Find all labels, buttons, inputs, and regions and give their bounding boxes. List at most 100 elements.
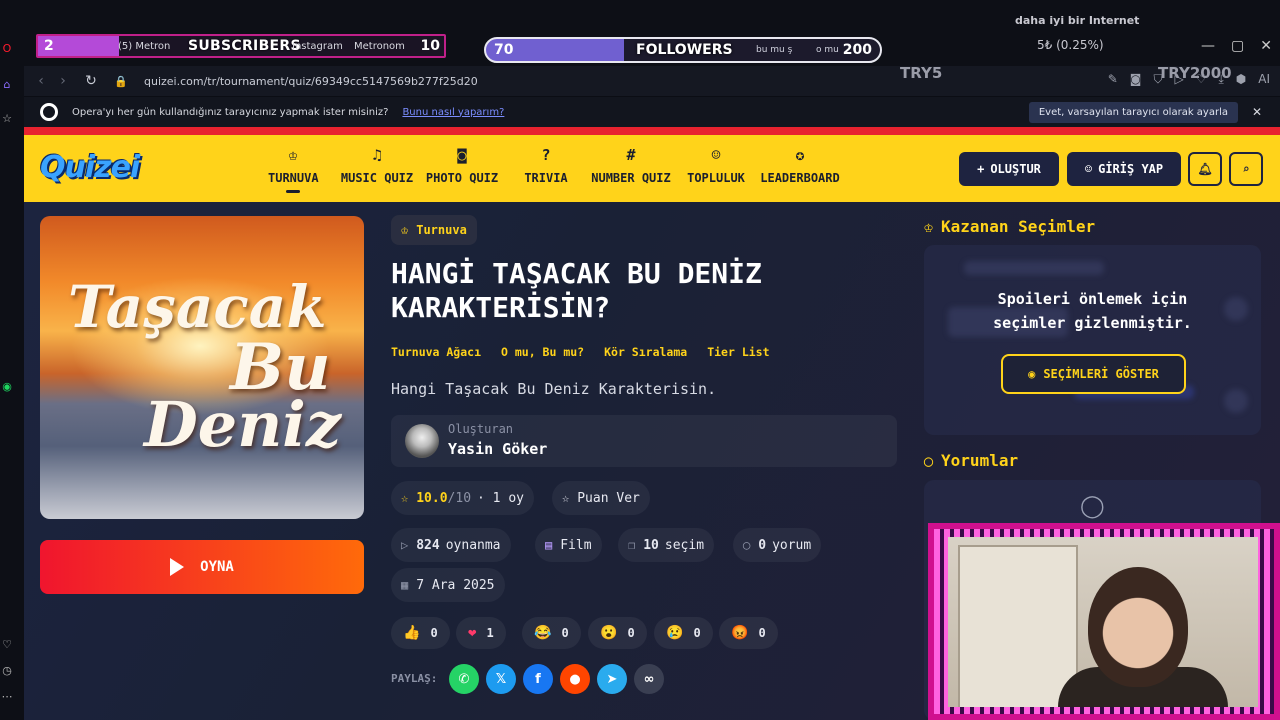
x-twitter-icon[interactable]: 𝕏 [486, 664, 516, 694]
reaction-wow[interactable]: 😮 0 [588, 617, 647, 649]
nav-trivia-label: TRIVIA [524, 171, 568, 185]
whatsapp-icon[interactable]: ✆ [449, 664, 479, 694]
link-icon[interactable]: ∞ [634, 664, 664, 694]
play-button[interactable]: OYNA [40, 540, 364, 594]
play-outline-icon: ▷ [401, 538, 409, 552]
laugh-icon: 😂 [534, 625, 552, 641]
reaction-laugh[interactable]: 😂 0 [522, 617, 581, 649]
tab-o-mu[interactable]: o mu [816, 45, 839, 55]
more-icon[interactable]: ⋯ [0, 690, 14, 704]
creator-card[interactable]: Oluşturan Yasin Göker [391, 415, 897, 467]
tag-o-mu-bu-mu[interactable]: O mu, Bu mu? [501, 345, 584, 359]
plays-stat: ▷ 824 oynanma [391, 528, 511, 562]
close-window-icon[interactable]: ✕ [1260, 38, 1272, 54]
spoiler-line1: Spoileri önlemek için [997, 290, 1188, 308]
active-underline [286, 190, 300, 193]
reddit-icon[interactable]: ● [560, 664, 590, 694]
star-outline-icon: ☆ [562, 491, 570, 505]
back-icon[interactable]: ‹ [30, 73, 52, 89]
heart-icon: ❤ [468, 625, 477, 641]
maximize-icon[interactable]: ▢ [1231, 38, 1244, 54]
plays-count: 824 [416, 537, 440, 553]
nav-photo-quiz[interactable]: ◙ PHOTO QUIZ [425, 145, 499, 185]
notice-help-link[interactable]: Bunu nasıl yaparım? [402, 107, 504, 118]
tab-metronom[interactable]: Metronom [354, 41, 405, 52]
edit-icon[interactable]: ✎ [1108, 72, 1118, 87]
reaction-sad[interactable]: 😢 0 [654, 617, 713, 649]
followers-count: 70 [494, 42, 514, 58]
trophy-icon: ♔ [401, 223, 409, 237]
reaction-love[interactable]: ❤ 1 [456, 617, 506, 649]
tab-instagram[interactable]: Instagram [292, 41, 343, 52]
quiz-mode-tags: Turnuva Ağacı O mu, Bu mu? Kör Sıralama … [391, 345, 770, 359]
ai-button[interactable]: AI [1258, 72, 1270, 87]
heart-icon[interactable]: ♡ [0, 638, 14, 652]
camera-icon[interactable]: ◙ [1130, 72, 1142, 87]
tag-tier-list[interactable]: Tier List [707, 345, 769, 359]
close-notice-icon[interactable]: ✕ [1252, 105, 1262, 119]
create-button-label: OLUŞTUR [990, 162, 1041, 176]
home-icon[interactable]: ⌂ [0, 78, 14, 92]
category-stat: ▤ Film [535, 528, 602, 562]
spotify-icon[interactable]: ◉ [0, 380, 14, 394]
top-accent-strip [24, 127, 1280, 135]
show-choices-button[interactable]: ◉ SEÇİMLERİ GÖSTER [1001, 354, 1186, 394]
clapperboard-icon: ▤ [545, 538, 553, 552]
comment-icon: ◯ [924, 451, 934, 470]
reaction-like[interactable]: 👍 0 [391, 617, 450, 649]
rating-votes: · 1 oy [477, 490, 524, 506]
create-button[interactable]: + OLUŞTUR [959, 152, 1059, 186]
nav-leaderboard-label: LEADERBOARD [760, 171, 840, 185]
nav-turnuva-label: TURNUVA [268, 171, 319, 185]
reload-icon[interactable]: ↻ [80, 73, 102, 89]
angry-icon: 😡 [731, 625, 749, 641]
opera-logo-icon[interactable]: O [0, 42, 14, 56]
nav-number-quiz-label: NUMBER QUIZ [591, 171, 671, 185]
nav-topluluk-label: TOPLULUK [687, 171, 745, 185]
overlay-try2000: TRY2000 [1158, 64, 1232, 82]
date-stat: ▦ 7 Ara 2025 [391, 568, 505, 602]
rate-button[interactable]: ☆ Puan Ver [552, 481, 650, 515]
bell-icon[interactable]: 🔔︎ [1188, 152, 1222, 186]
nav-turnuva[interactable]: ♔ TURNUVA [268, 145, 319, 193]
facebook-icon[interactable]: f [523, 664, 553, 694]
nav-leaderboard[interactable]: ✪ LEADERBOARD [759, 145, 841, 185]
quiz-type-label: Turnuva [416, 223, 467, 237]
nav-topluluk[interactable]: ☺ TOPLULUK [685, 145, 747, 185]
forward-icon[interactable]: › [52, 73, 74, 89]
minimize-icon[interactable]: — [1201, 38, 1215, 54]
tag-kor-siralama[interactable]: Kör Sıralama [604, 345, 687, 359]
choices-word: seçim [664, 537, 705, 553]
quiz-description: Hangi Taşacak Bu Deniz Karakterisin. [391, 380, 717, 398]
nav-number-quiz[interactable]: # NUMBER QUIZ [590, 145, 672, 185]
show-choices-label: SEÇİMLERİ GÖSTER [1043, 367, 1159, 381]
opera-sidebar: O ⌂ ☆ ◉ ♡ ◷ ⋯ [0, 30, 24, 720]
tag-turnuva-agaci[interactable]: Turnuva Ağacı [391, 345, 481, 359]
tab-metron[interactable]: (5) Metron [118, 41, 170, 52]
trophy-icon: ♔ [288, 146, 298, 164]
quiz-type-badge: ♔ Turnuva [391, 215, 477, 245]
reaction-angry[interactable]: 😡 0 [719, 617, 778, 649]
tab-bu-mu[interactable]: bu mu ş [756, 45, 792, 55]
comments-count: 0 [758, 537, 767, 553]
history-icon[interactable]: ◷ [0, 664, 14, 678]
extensions-icon[interactable]: ⬢ [1236, 72, 1246, 87]
nav-trivia[interactable]: ? TRIVIA [522, 145, 570, 185]
webcam-person-head [1088, 567, 1188, 687]
telegram-icon[interactable]: ➤ [597, 664, 627, 694]
nav-music-quiz[interactable]: ♫ MUSIC QUIZ [340, 145, 414, 185]
winners-panel [924, 245, 1261, 435]
star-icon[interactable]: ☆ [0, 112, 14, 126]
question-icon: ? [541, 146, 551, 164]
search-icon[interactable]: ⌕ [1229, 152, 1263, 186]
comment-icon: ◯ [743, 538, 751, 552]
url-field[interactable]: quizei.com/tr/tournament/quiz/69349cc514… [144, 75, 478, 88]
login-button[interactable]: ☺ GİRİŞ YAP [1067, 152, 1181, 186]
quiz-cover-image: Taşacak Bu Deniz [40, 216, 364, 519]
hash-icon: # [626, 146, 636, 164]
reaction-sad-count: 0 [693, 626, 701, 640]
spoiler-notice: Spoileri önlemek için seçimler gizlenmiş… [924, 287, 1261, 335]
quizei-logo[interactable]: Quizei [40, 150, 140, 185]
user-icon: ☺ [1084, 162, 1093, 176]
set-default-button[interactable]: Evet, varsayılan tarayıcı olarak ayarla [1028, 101, 1238, 123]
